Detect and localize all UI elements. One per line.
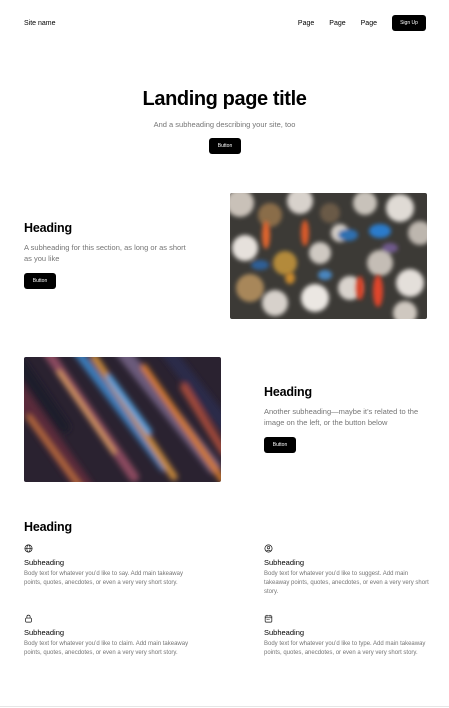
feature-body: Body text for whatever you’d like to say… [24,571,183,586]
hero-title: Landing page title [142,88,307,110]
nav-link-page-2[interactable]: Page [329,19,345,28]
nav-link-page-1[interactable]: Page [298,19,314,28]
site-name-link[interactable]: Site name [24,19,56,28]
forest-image [230,193,427,319]
feature-title: Subheading [264,628,305,637]
calendar-icon [264,614,273,623]
feature-body: Body text for whatever you’d like to cla… [24,641,189,656]
nav-links: Page Page Page Sign Up [298,15,426,31]
section1-button[interactable]: Button [24,273,56,289]
section2-heading: Heading [264,385,312,399]
user-circle-icon [264,544,273,553]
section1-heading: Heading [24,221,72,235]
features-heading: Heading [24,520,72,534]
globe-icon [24,544,33,553]
light-streaks-image [24,357,221,482]
lock-icon [25,614,32,623]
footer-divider [0,706,449,707]
feature-body: Body text for whatever you’d like to typ… [264,641,426,656]
feature-body: Body text for whatever you’d like to sug… [264,571,429,595]
feature-title: Subheading [24,558,65,567]
section2-button[interactable]: Button [264,437,296,453]
feature-title: Subheading [24,628,65,637]
feature-item: Subheading Body text for whatever you’d … [264,614,434,658]
feature-item: Subheading Body text for whatever you’d … [24,614,194,658]
top-nav: Site name Page Page Page Sign Up [0,0,449,46]
section2-subheading: Another subheading—maybe it’s related to… [264,407,419,427]
feature-item: Subheading Body text for whatever you’d … [24,544,194,588]
section1-subheading: A subheading for this section, as long o… [24,243,186,263]
feature-title: Subheading [264,558,305,567]
hero-subtitle: And a subheading describing your site, t… [153,120,296,129]
hero-button[interactable]: Button [209,138,241,154]
feature-item: Subheading Body text for whatever you’d … [264,544,434,597]
sign-up-button[interactable]: Sign Up [392,15,426,31]
nav-link-page-3[interactable]: Page [361,19,377,28]
